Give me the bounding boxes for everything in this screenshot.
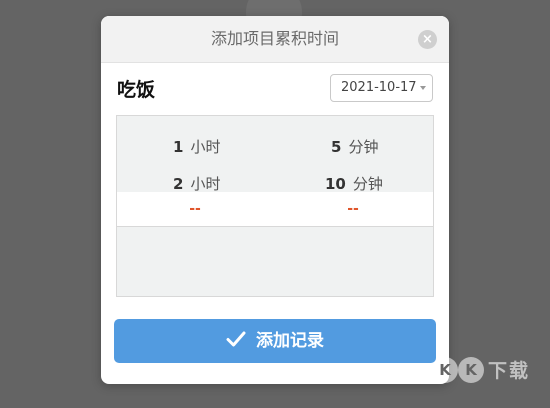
- watermark-letter: K: [458, 357, 484, 383]
- check-icon: [226, 331, 246, 347]
- preset-unit: 分钟: [352, 175, 383, 193]
- preset-2-hours[interactable]: 2 小时: [173, 170, 220, 198]
- add-record-button-content: 添加记录: [114, 319, 436, 363]
- preset-10-minutes[interactable]: 10 分钟: [325, 170, 383, 198]
- item-name: 吃饭: [117, 79, 156, 101]
- preset-unit: 小时: [190, 175, 221, 193]
- preset-unit: 分钟: [348, 138, 379, 156]
- date-select[interactable]: 2021-10-17: [330, 74, 433, 102]
- watermark: K K 下载: [432, 355, 544, 387]
- preset-number: 2: [173, 175, 184, 193]
- preset-1-hour[interactable]: 1 小时: [173, 133, 220, 161]
- time-panel: -- --: [116, 115, 434, 297]
- date-value: 2021-10-17: [341, 80, 417, 95]
- preset-unit: 小时: [190, 138, 221, 156]
- add-time-dialog: 添加项目累积时间 × 吃饭 2021-10-17 -- -- 1 小时 5 分钟 2…: [101, 16, 449, 384]
- dialog-header: 添加项目累积时间 ×: [101, 16, 449, 63]
- chevron-down-icon: [420, 86, 426, 90]
- preset-5-minutes[interactable]: 5 分钟: [331, 133, 378, 161]
- time-display-area: [117, 116, 433, 192]
- add-record-label: 添加记录: [256, 331, 324, 351]
- preset-number: 1: [173, 138, 184, 156]
- add-record-button[interactable]: 添加记录: [114, 319, 436, 363]
- preset-number: 5: [331, 138, 342, 156]
- time-values-row: -- --: [117, 192, 433, 227]
- dialog-title: 添加项目累积时间: [210, 29, 339, 48]
- close-icon[interactable]: ×: [418, 30, 437, 49]
- watermark-letter: K: [432, 357, 458, 383]
- preset-number: 10: [325, 175, 346, 193]
- watermark-text: 下载: [488, 360, 531, 382]
